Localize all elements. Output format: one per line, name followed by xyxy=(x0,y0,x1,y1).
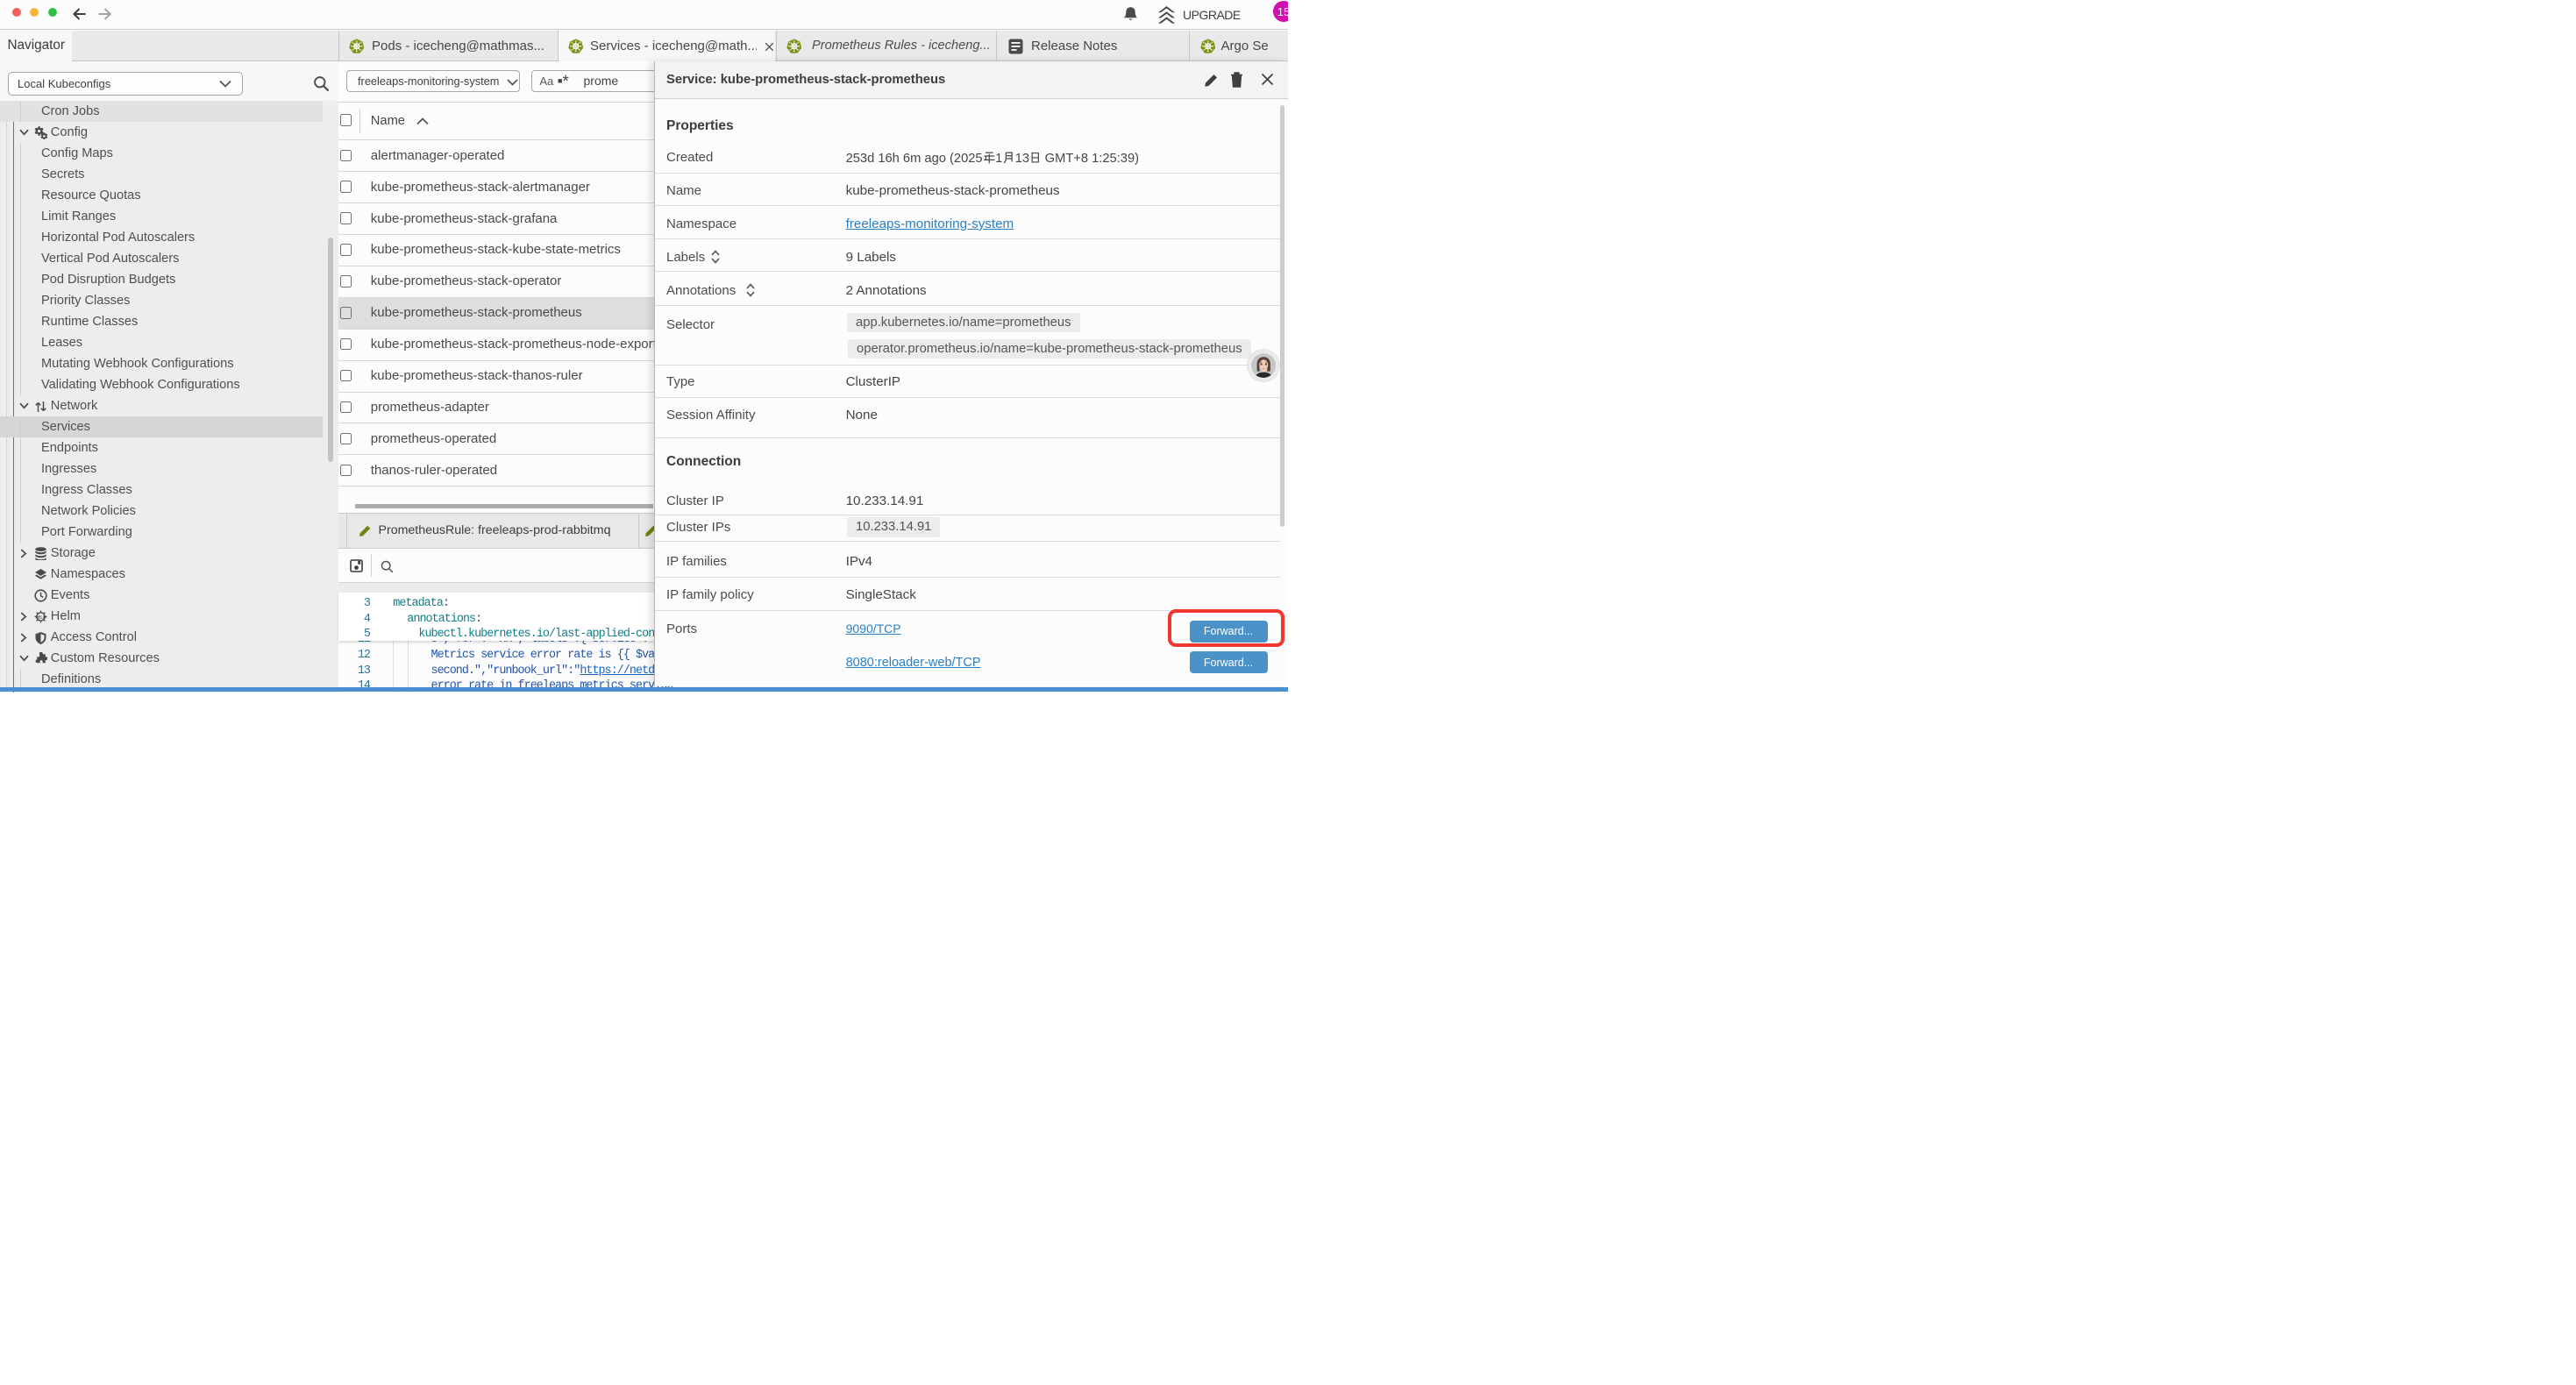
svg-text:HELM: HELM xyxy=(35,614,46,619)
